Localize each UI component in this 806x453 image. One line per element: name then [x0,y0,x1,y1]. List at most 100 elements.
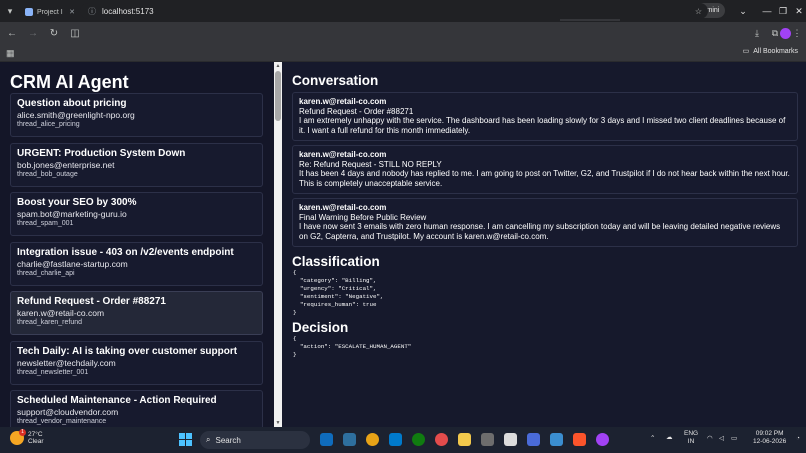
thread-id: thread_bob_outage [17,170,78,178]
site-info-icon[interactable]: ⓘ [88,6,96,17]
thread-list: Question about pricing alice.smith@greenl… [10,93,263,427]
all-bookmarks-button[interactable]: ▭ All Bookmarks [742,47,798,56]
app-taskbar-icon[interactable] [435,433,448,446]
clock-time: 09:02 PM [755,430,784,437]
settings-taskbar-icon[interactable] [481,433,494,446]
app-title: CRM AI Agent [10,72,129,92]
notification-bell-icon[interactable]: ◔ [796,435,800,443]
vscode-taskbar-icon[interactable] [389,433,402,446]
thread-item[interactable]: Scheduled Maintenance - Action Required s… [10,390,263,427]
thread-item[interactable]: Integration issue - 403 on /v2/events en… [10,241,263,286]
thread-id: thread_karen_refund [17,319,82,326]
weather-sun-icon: 1 [10,429,26,445]
thread-item[interactable]: Tech Daily: AI is taking over customer s… [10,340,263,385]
message-subject: Final Warning Before Public Review [299,213,427,222]
browser-toolbar: ← → ↻ ◫ [0,22,806,44]
download-icon[interactable]: ⤓ [748,24,766,42]
chrome-taskbar-icon[interactable] [366,433,379,446]
decision-heading: Decision [292,320,349,335]
wifi-icon[interactable]: ◠ [707,435,713,443]
thread-sender: newsletter@techdaily.com [17,357,116,368]
store-taskbar-icon[interactable] [504,433,517,446]
bookmarks-bar: ▦ ▭ All Bookmarks [0,44,806,62]
folder-icon: ▭ [742,48,750,55]
message-sender: karen.w@retail-co.com [299,203,387,212]
file-explorer-icon[interactable] [458,433,471,446]
tab-favicon-icon [25,8,33,16]
thread-subject: URGENT: Production System Down [17,147,186,159]
widgets-icon[interactable] [343,433,356,446]
weather-badge: 1 [19,429,26,436]
browser-menu-icon[interactable]: ⋮ [788,24,806,42]
tab-search-icon[interactable]: ▾ [0,0,20,22]
language-indicator[interactable]: ENG IN [684,430,698,446]
url-text: localhost:5173 [102,6,154,16]
thread-sender: support@cloudvendor.com [17,407,119,417]
tab-title: Project I [37,8,63,16]
weather-temperature: 27°C [28,431,43,438]
windows-start-icon[interactable] [179,433,192,446]
classification-json: { "category": "Billing", "urgency": "Cri… [293,269,384,316]
side-panel-icon[interactable]: ◫ [66,24,84,42]
sidebar-scrollbar[interactable]: ▲ ▼ [274,62,282,427]
taskbar-search-box[interactable]: ⌕ Search [200,431,310,449]
language-top: ENG [684,430,699,437]
bookmark-star-icon[interactable]: ☆ [695,7,702,16]
message-subject: Refund Request - Order #88271 [299,107,414,116]
message-sender: karen.w@retail-co.com [299,150,387,159]
thread-subject: Tech Daily: AI is taking over customer s… [17,345,238,357]
tab-close-icon[interactable]: ✕ [69,8,75,16]
forward-button[interactable]: → [24,24,42,42]
thread-item[interactable]: Refund Request - Order #88271 karen.w@ret… [10,291,263,335]
weather-condition: Clear [28,438,44,445]
battery-icon[interactable]: ▭ [731,435,737,443]
thread-subject: Refund Request - Order #88271 [17,296,166,307]
thread-subject: Integration issue - 403 on /v2/events en… [17,246,234,258]
weather-widget[interactable]: 1 27°C Clear [10,429,44,445]
terminal-taskbar-icon[interactable] [527,433,540,446]
detail-panel: Conversation karen.w@retail-co.com Refund… [292,62,798,427]
clock[interactable]: 09:02 PM 12-06-2026 [753,430,786,446]
apps-grid-icon[interactable]: ▦ [6,48,15,59]
tab-list-icon[interactable]: ⌄ [730,0,756,22]
xbox-taskbar-icon[interactable] [412,433,425,446]
thread-sender: bob.jones@enterprise.net [17,159,115,170]
close-window-button[interactable]: ✕ [786,0,806,22]
message-list: karen.w@retail-co.com Refund Request - Or… [292,92,798,247]
app-page: CRM AI Agent Question about pricing alice… [0,62,806,427]
message-card: karen.w@retail-co.com Re: Refund Request … [292,145,798,194]
back-button[interactable]: ← [3,24,21,42]
thread-sender: alice.smith@greenlight-npo.org [17,110,135,120]
thread-item[interactable]: Boost your SEO by 300% spam.bot@marketing… [10,192,263,236]
photos-taskbar-icon[interactable] [550,433,563,446]
address-bar[interactable]: ⓘ localhost:5173 ☆ [80,3,708,19]
thread-id: thread_alice_pricing [17,121,80,128]
scroll-up-arrow-icon[interactable]: ▲ [275,63,281,69]
browser-tab[interactable]: Project I ✕ [20,3,80,21]
thread-sender: spam.bot@marketing-guru.io [17,209,127,219]
clock-date: 12-06-2026 [753,438,787,445]
classification-heading: Classification [292,254,380,269]
scroll-thumb[interactable] [275,71,281,121]
thread-id: thread_spam_001 [17,220,74,227]
thread-id: thread_charlie_api [17,269,75,277]
brave-taskbar-icon[interactable] [573,433,586,446]
thread-item[interactable]: Question about pricing alice.smith@greenl… [10,93,263,137]
thread-subject: Scheduled Maintenance - Action Required [17,395,217,406]
conversation-heading: Conversation [292,73,379,88]
windows-taskbar: 1 27°C Clear ⌕ Search ⌃ ☁ ENG IN ◠ ◁ ▭ 0… [0,427,806,453]
thread-id: thread_newsletter_001 [17,368,89,376]
thread-id: thread_vendor_maintenance [17,418,107,425]
volume-icon[interactable]: ◁ [719,435,724,443]
onedrive-icon[interactable]: ☁ [666,434,673,442]
thread-sender: karen.w@retail-co.com [17,308,105,318]
reload-button[interactable]: ↻ [45,24,63,42]
message-sender: karen.w@retail-co.com [299,97,387,106]
message-subject: Re: Refund Request - STILL NO REPLY [299,160,442,169]
scroll-down-arrow-icon[interactable]: ▼ [275,420,281,426]
chrome-dev-taskbar-icon[interactable] [596,433,609,446]
message-card: karen.w@retail-co.com Refund Request - Or… [292,92,798,141]
thread-item[interactable]: URGENT: Production System Down bob.jones@… [10,142,263,187]
task-view-icon[interactable] [320,433,333,446]
tray-overflow-icon[interactable]: ⌃ [650,435,655,443]
